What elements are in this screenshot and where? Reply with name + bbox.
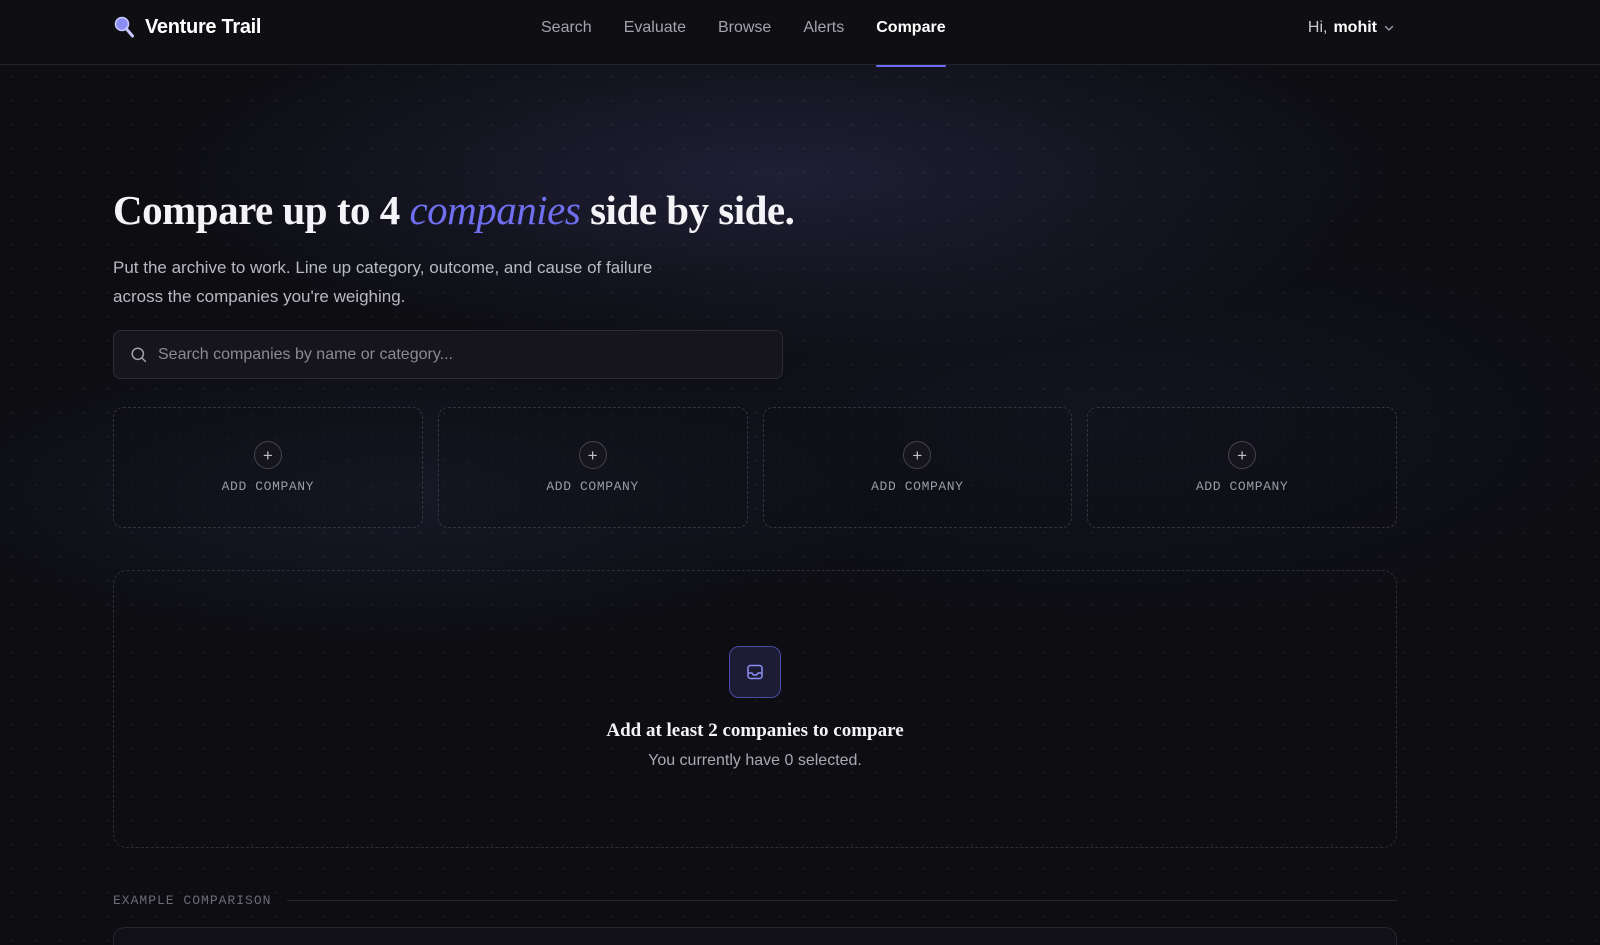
add-company-slot-3[interactable]: + ADD COMPANY — [762, 407, 1073, 528]
company-slots: + ADD COMPANY + ADD COMPANY + ADD COMPAN… — [113, 407, 1397, 528]
add-company-label: ADD COMPANY — [546, 479, 639, 494]
nav-link-evaluate[interactable]: Evaluate — [624, 0, 686, 65]
nav-link-compare[interactable]: Compare — [876, 0, 946, 67]
nav-link-alerts[interactable]: Alerts — [803, 0, 844, 65]
nav-link-browse[interactable]: Browse — [718, 0, 771, 65]
example-comparison-header: EXAMPLE COMPARISON — [113, 892, 1397, 908]
page-title: Compare up to 4 companies side by side. — [113, 186, 795, 234]
user-greeting: Hi, — [1307, 18, 1328, 36]
nav-link-search[interactable]: Search — [541, 0, 592, 65]
company-search-box — [113, 330, 783, 379]
add-company-label: ADD COMPANY — [221, 479, 315, 494]
top-navbar: Venture Trail Search Evaluate Browse Ale… — [0, 0, 1600, 67]
search-icon — [131, 346, 147, 362]
plus-icon: + — [578, 441, 607, 469]
user-name: mohit — [1333, 18, 1377, 36]
title-text-end: side by side. — [580, 187, 795, 233]
add-company-slot-2[interactable]: + ADD COMPANY — [437, 407, 748, 528]
add-company-slot-4[interactable]: + ADD COMPANY — [1087, 407, 1397, 528]
inbox-icon — [729, 646, 781, 698]
empty-state-title: Add at least 2 companies to compare — [606, 720, 904, 741]
section-divider — [287, 899, 1397, 901]
subtitle-line-1: Put the archive to work. Line up categor… — [113, 258, 653, 277]
chevron-down-icon — [1384, 25, 1394, 31]
subtitle-line-2: across the companies you're weighing. — [113, 287, 406, 306]
magnifier-logo-icon — [114, 16, 134, 38]
plus-icon: + — [1228, 441, 1257, 469]
brand-name: Venture Trail — [145, 15, 262, 38]
plus-icon: + — [253, 441, 282, 469]
primary-nav: Search Evaluate Browse Alerts Compare — [541, 0, 946, 67]
comparison-empty-state: Add at least 2 companies to compare You … — [113, 570, 1397, 848]
title-accent-word: companies — [409, 187, 581, 233]
example-comparison-label: EXAMPLE COMPARISON — [113, 892, 272, 908]
brand[interactable]: Venture Trail — [113, 14, 261, 40]
plus-icon: + — [903, 441, 932, 469]
add-company-slot-1[interactable]: + ADD COMPANY — [113, 407, 423, 528]
company-search-input[interactable] — [158, 345, 758, 364]
example-comparison-card — [113, 927, 1397, 945]
user-menu[interactable]: Hi, mohit — [1308, 0, 1395, 55]
add-company-label: ADD COMPANY — [871, 479, 964, 494]
title-text-start: Compare up to 4 — [113, 187, 410, 233]
page-subtitle: Put the archive to work. Line up categor… — [113, 253, 753, 311]
add-company-label: ADD COMPANY — [1195, 479, 1289, 494]
empty-state-subtitle: You currently have 0 selected. — [648, 752, 862, 769]
